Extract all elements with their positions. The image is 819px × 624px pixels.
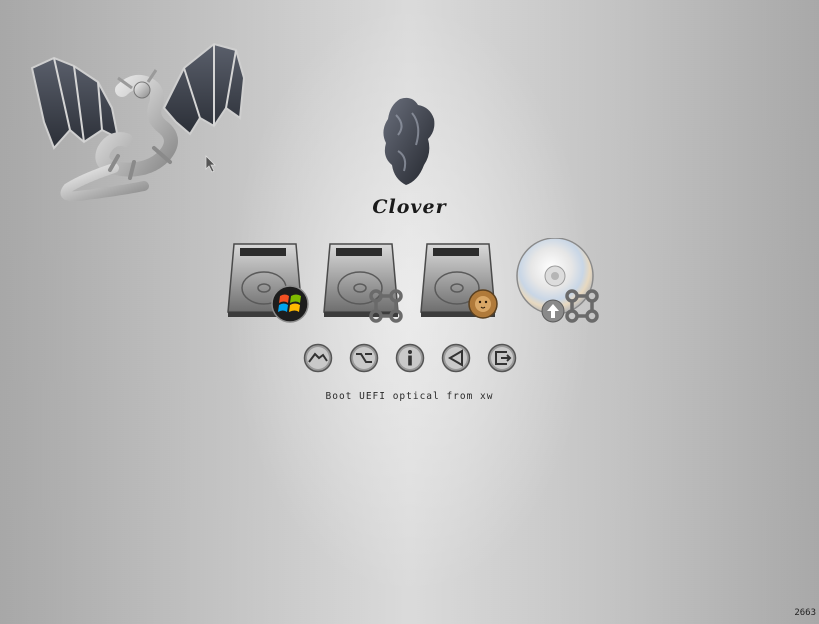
windows-logo-icon: [271, 285, 309, 323]
up-arrow-icon: [541, 299, 565, 323]
back-button[interactable]: [441, 343, 471, 373]
options-icon: [349, 343, 379, 373]
shell-icon: [303, 343, 333, 373]
back-icon: [441, 343, 471, 373]
lion-icon: [468, 289, 498, 319]
boot-entry-macos[interactable]: [320, 238, 410, 324]
menu-title: Clover: [372, 196, 447, 218]
boot-entry-windows[interactable]: [224, 238, 314, 324]
revision-label: 2663: [794, 608, 816, 618]
exit-button[interactable]: [487, 343, 517, 373]
options-button[interactable]: [349, 343, 379, 373]
shell-button[interactable]: [303, 343, 333, 373]
mouse-cursor-icon: [205, 155, 216, 173]
info-icon: [395, 343, 425, 373]
dragon-icon: [30, 42, 246, 202]
info-button[interactable]: [395, 343, 425, 373]
status-message: Boot UEFI optical from xw: [325, 391, 494, 402]
clover-logo-icon: [383, 97, 435, 185]
hard-drive-icon: [323, 243, 399, 317]
boot-entry-optical[interactable]: [513, 237, 603, 324]
exit-icon: [487, 343, 517, 373]
boot-entry-lion[interactable]: [417, 238, 507, 324]
